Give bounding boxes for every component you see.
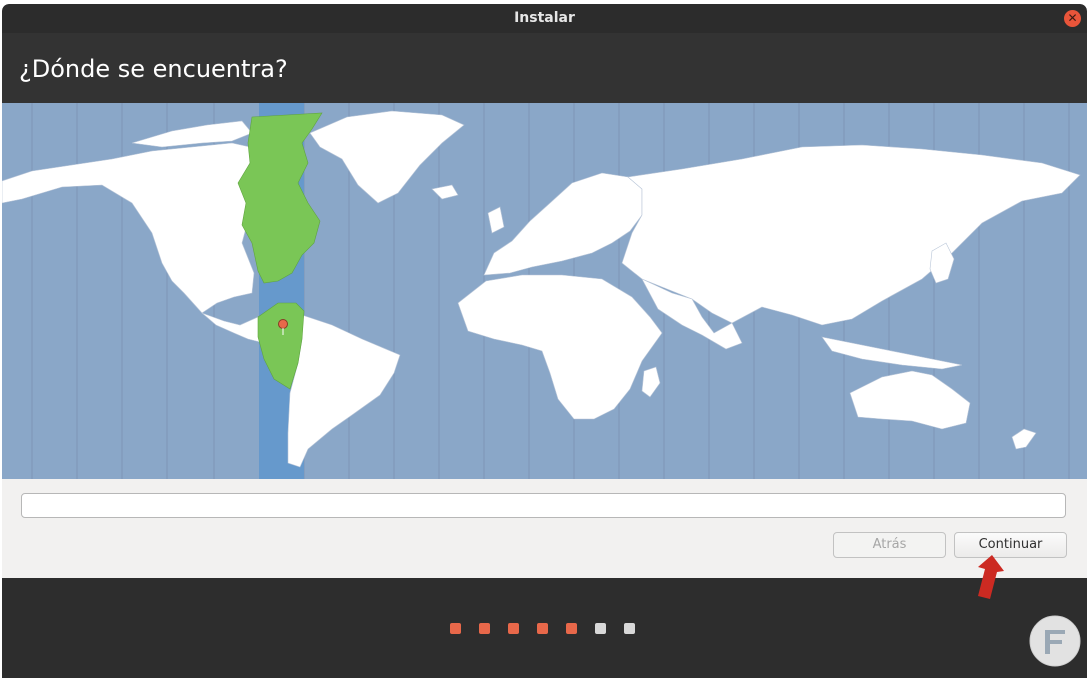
timezone-map[interactable] <box>2 103 1087 479</box>
annotation-arrow-icon <box>978 555 1004 599</box>
title-bar: Instalar ✕ <box>2 4 1087 33</box>
page-title: ¿Dónde se encuentra? <box>19 55 288 83</box>
close-icon: ✕ <box>1067 11 1078 25</box>
world-map[interactable] <box>2 103 1087 479</box>
watermark-logo-icon <box>1029 615 1081 667</box>
progress-footer <box>2 578 1087 678</box>
progress-dot-6 <box>595 623 606 634</box>
progress-dot-1 <box>450 623 461 634</box>
close-button[interactable]: ✕ <box>1064 10 1081 27</box>
progress-dot-5 <box>566 623 577 634</box>
progress-dot-2 <box>479 623 490 634</box>
window-title: Instalar <box>514 10 575 26</box>
installer-window: Instalar ✕ ¿Dónde se encuentra? Atrás Co… <box>2 4 1087 678</box>
continents <box>2 110 1081 468</box>
progress-dots <box>450 623 635 634</box>
progress-dot-3 <box>508 623 519 634</box>
back-button[interactable]: Atrás <box>833 532 946 558</box>
page-header: ¿Dónde se encuentra? <box>2 33 1087 103</box>
location-input[interactable] <box>21 493 1066 518</box>
progress-dot-4 <box>537 623 548 634</box>
progress-dot-7 <box>624 623 635 634</box>
